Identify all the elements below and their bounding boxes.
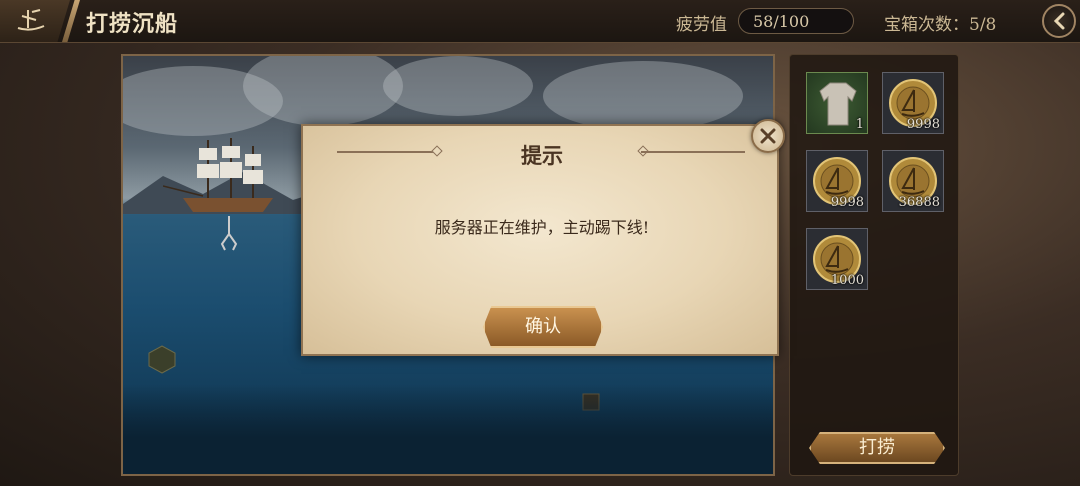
close-button[interactable] (751, 119, 785, 153)
reward-slot[interactable]: 9998 (806, 150, 868, 212)
anchor-logo-icon (0, 0, 70, 42)
item-count: 9998 (906, 117, 940, 132)
reward-slot[interactable]: 1 (806, 72, 868, 134)
item-count: 1 (855, 117, 864, 132)
item-count: 36888 (898, 195, 940, 210)
chevron-left-icon (1053, 12, 1065, 30)
dialog-title: 提示 (521, 143, 563, 168)
chest-count: 宝箱次数：5/8 (884, 15, 997, 35)
reward-slot[interactable]: 1000 (806, 228, 868, 290)
dredge-button[interactable]: 打捞 (809, 432, 945, 464)
fatigue-label: 疲劳值 (676, 15, 727, 35)
item-count: 9998 (830, 195, 864, 210)
seafloor-reef (123, 384, 773, 474)
back-button[interactable] (1042, 4, 1076, 38)
dialog-message: 服务器正在维护，主动踢下线! (434, 218, 650, 237)
reward-slot[interactable]: 36888 (882, 150, 944, 212)
notice-dialog: 提示 服务器正在维护，主动踢下线! 确认 (301, 124, 779, 356)
fatigue-value: 58/100 (738, 8, 854, 34)
close-icon (760, 128, 776, 144)
top-bar: 打捞沉船 疲劳值 58/100 宝箱次数：5/8 (0, 0, 1080, 43)
sunken-crate (148, 345, 176, 374)
reward-slot[interactable]: 9998 (882, 72, 944, 134)
item-count: 1000 (830, 273, 864, 288)
grappling-claw (220, 216, 238, 251)
shirt-icon (819, 82, 857, 126)
confirm-button[interactable]: 确认 (483, 306, 603, 348)
page-title: 打捞沉船 (86, 11, 179, 37)
ship (163, 138, 273, 212)
